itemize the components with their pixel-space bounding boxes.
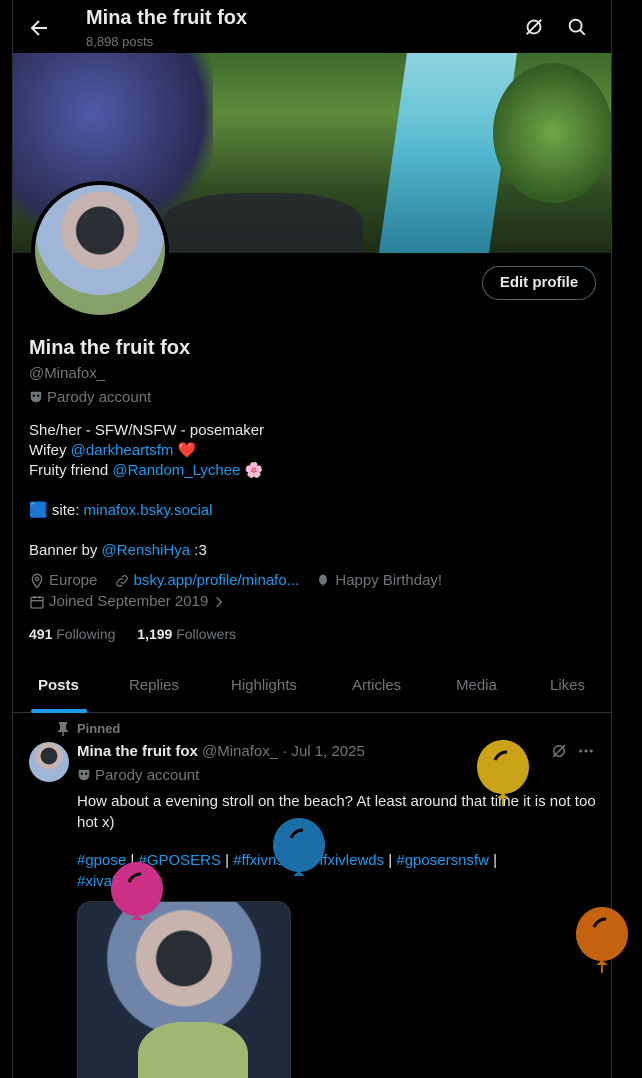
grok-icon[interactable] xyxy=(550,742,568,760)
pinned-label: Pinned xyxy=(77,721,121,736)
bio-line-3: Fruity friend @Random_Lychee 🌸 xyxy=(29,461,589,481)
header-post-count: 8,898 posts xyxy=(86,34,154,49)
post-date[interactable]: Jul 1, 2025 xyxy=(291,743,364,760)
more-icon[interactable] xyxy=(577,742,595,760)
followers-count: 1,199 xyxy=(137,626,173,642)
tab-media[interactable]: Media xyxy=(456,677,497,694)
chevron-right-icon[interactable] xyxy=(212,595,226,609)
site-link[interactable]: minafox.bsky.social xyxy=(84,502,213,519)
profile-bio: She/her - SFW/NSFW - posemaker Wifey @da… xyxy=(29,421,589,561)
profile-tabs: Posts Replies Highlights Articles Media … xyxy=(13,660,611,713)
tab-likes[interactable]: Likes xyxy=(550,677,585,694)
grok-icon[interactable] xyxy=(523,16,545,38)
parody-badge: Parody account xyxy=(29,389,151,406)
birthday-balloon-orange xyxy=(576,907,628,973)
wife-mention-link[interactable]: @darkheartsfm xyxy=(71,442,174,459)
edit-profile-button[interactable]: Edit profile xyxy=(482,266,596,300)
active-tab-indicator xyxy=(31,709,87,713)
pin-icon xyxy=(58,722,68,736)
friend-mention-link[interactable]: @Random_Lychee xyxy=(112,462,240,479)
parody-mask-icon xyxy=(30,391,42,403)
heart-emoji: ❤️ xyxy=(177,442,197,459)
birthday-balloon-yellow xyxy=(477,740,529,806)
post-author-name[interactable]: Mina the fruit fox xyxy=(77,743,198,760)
top-bar: Mina the fruit fox 8,898 posts xyxy=(13,0,611,53)
banner-artist-link[interactable]: @RenshiHya xyxy=(102,542,191,559)
following-count: 491 xyxy=(29,626,53,642)
birthday-balloon-blue xyxy=(273,818,325,876)
profile-name: Mina the fruit fox xyxy=(29,337,191,359)
hashtag-separator: | xyxy=(488,852,498,869)
blue-square-emoji: 🟦 xyxy=(29,502,48,519)
hashtag-separator: | xyxy=(220,852,234,869)
post-author-handle[interactable]: @Minafox_ xyxy=(202,743,278,760)
location: Europe xyxy=(29,572,97,589)
website: bsky.app/profile/minafo... xyxy=(114,572,300,589)
birthday-text: Happy Birthday! xyxy=(335,572,443,589)
follow-counts: 491 Following 1,199 Followers xyxy=(29,626,236,642)
followers-label: Followers xyxy=(176,626,237,642)
tab-articles[interactable]: Articles xyxy=(352,677,401,694)
bio-banner-label: Banner by xyxy=(29,542,102,559)
profile-meta: Europe bsky.app/profile/minafo... Happy … xyxy=(29,572,454,593)
bio-banner-suffix: :3 xyxy=(190,542,207,559)
location-text: Europe xyxy=(49,572,98,589)
bio-line-banner: Banner by @RenshiHya :3 xyxy=(29,541,589,561)
parody-mask-icon xyxy=(78,769,90,781)
tab-posts[interactable]: Posts xyxy=(38,677,79,694)
balloon-icon xyxy=(319,574,328,586)
profile-handle: @Minafox_ xyxy=(29,365,106,382)
link-icon xyxy=(115,574,128,587)
tab-replies[interactable]: Replies xyxy=(129,677,179,694)
header-title: Mina the fruit fox xyxy=(86,7,248,29)
bio-site-label: site: xyxy=(47,502,84,519)
tab-highlights[interactable]: Highlights xyxy=(231,677,297,694)
parody-label: Parody account xyxy=(47,389,152,406)
post-parody-label: Parody account xyxy=(95,767,200,784)
post-header: Mina the fruit fox @Minafox_ · Jul 1, 20… xyxy=(77,743,365,760)
joined-date: Joined September 2019 xyxy=(29,593,242,614)
hashtag-link[interactable]: #gposersnsfw xyxy=(396,852,489,869)
followers-link[interactable]: 1,199 Followers xyxy=(137,626,236,642)
post-separator: · xyxy=(278,743,292,760)
following-label: Following xyxy=(56,626,116,642)
hashtag-separator: | xyxy=(384,852,397,869)
calendar-icon xyxy=(30,595,44,609)
flower-emoji: 🌸 xyxy=(244,462,264,479)
post-parody-badge: Parody account xyxy=(77,767,199,784)
back-arrow-icon[interactable] xyxy=(27,16,51,40)
website-link[interactable]: bsky.app/profile/minafo... xyxy=(134,572,300,589)
joined-text: Joined September 2019 xyxy=(49,593,209,610)
bio-line-site: 🟦 site: minafox.bsky.social xyxy=(29,501,589,521)
bio-wifey-label: Wifey xyxy=(29,442,71,459)
search-icon[interactable] xyxy=(566,16,588,38)
bio-friend-label: Fruity friend xyxy=(29,462,113,479)
post-author-avatar[interactable] xyxy=(29,742,69,782)
location-icon xyxy=(31,573,43,589)
following-link[interactable]: 491 Following xyxy=(29,626,115,642)
birthday-balloon-pink xyxy=(111,862,163,920)
bio-line-1: She/her - SFW/NSFW - posemaker xyxy=(29,422,265,439)
profile-column: Mina the fruit fox 8,898 posts Edit prof… xyxy=(12,0,612,1078)
profile-avatar[interactable] xyxy=(31,181,169,319)
birthday: Happy Birthday! xyxy=(315,572,442,589)
bio-line-2: Wifey @darkheartsfm ❤️ xyxy=(29,441,589,461)
